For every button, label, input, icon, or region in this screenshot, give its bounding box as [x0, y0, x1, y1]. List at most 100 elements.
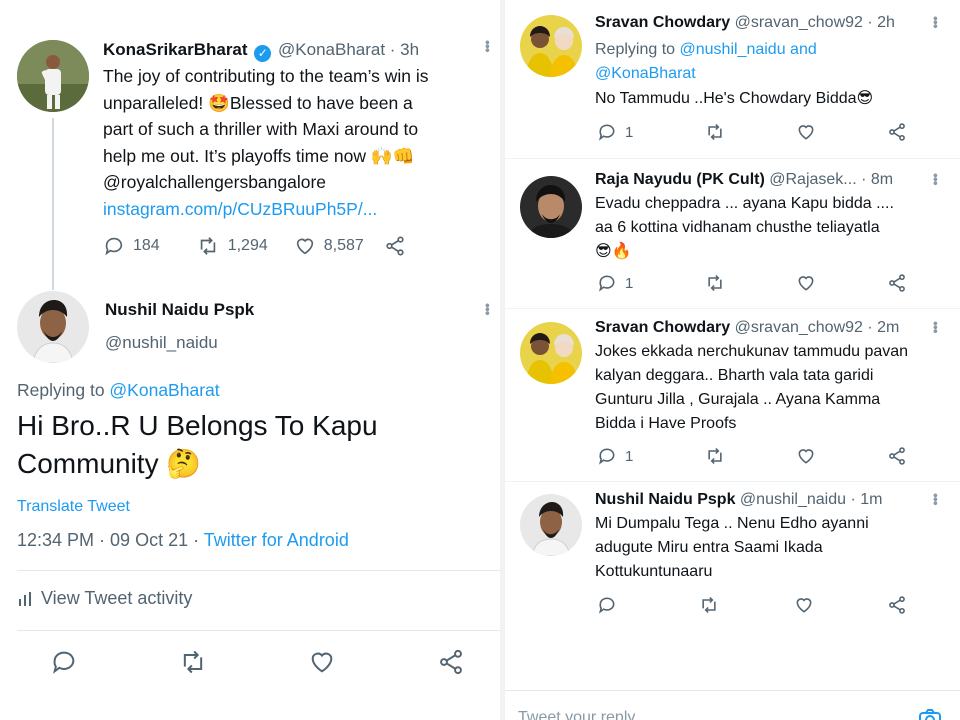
reply-header: Sravan Chowdary @sravan_chow92 · 2h [595, 14, 895, 32]
replying-to-link[interactable]: @KonaBharat [595, 62, 817, 86]
reply-text-line: Kottukuntunaaru [595, 563, 713, 580]
heart-icon [296, 238, 313, 255]
translate-tweet-link[interactable]: Translate Tweet [17, 498, 130, 516]
share-icon[interactable] [437, 648, 465, 676]
author-handle[interactable]: @KonaBharat · 3h [278, 40, 419, 59]
reply-button[interactable]: 184 [103, 235, 160, 257]
more-options-icon[interactable]: ••• [480, 303, 496, 315]
reply-text-line: Evadu cheppadra ... ayana Kapu bidda ...… [595, 195, 894, 212]
source-link[interactable]: Twitter for Android [204, 530, 349, 550]
retweet-button[interactable]: 1,294 [196, 235, 268, 257]
verified-badge-icon: ✓ [254, 45, 272, 62]
reply-button[interactable] [597, 595, 625, 615]
reply-text-line: Mi Dumpalu Tega .. Nenu Edho ayanni [595, 515, 869, 532]
heart-icon[interactable] [308, 648, 336, 676]
reply-header: Raja Nayudu (PK Cult) @Rajasek... · 8m [595, 171, 893, 189]
avatar-raja[interactable] [520, 176, 582, 238]
reply-text-line: Hi Bro..R U Belongs To Kapu [17, 410, 378, 441]
reply-author-handle[interactable]: @sravan_chow92 · 2h [735, 14, 895, 31]
tweet-actions: 184 1,294 8,587 [103, 235, 406, 257]
replying-to-label: Replying to [595, 41, 680, 58]
more-options-icon[interactable]: ••• [480, 40, 496, 52]
more-options-icon[interactable]: ••• [928, 173, 944, 185]
reply-button[interactable]: 1 [597, 122, 633, 142]
heart-icon[interactable] [794, 595, 814, 615]
share-button[interactable] [384, 235, 406, 257]
compose-reply-input[interactable]: Tweet your reply [518, 709, 635, 720]
action-bar [50, 648, 465, 676]
reply-icon [599, 275, 615, 292]
reply-icon [599, 448, 615, 465]
divider [17, 570, 500, 571]
reply-author-handle-row: @nushil_naidu [105, 333, 218, 353]
replying-to: Replying to @KonaBharat [17, 380, 220, 401]
share-icon[interactable] [887, 446, 907, 466]
reply-count: 1 [625, 274, 634, 292]
like-button[interactable]: 8,587 [294, 235, 364, 257]
reply-actions: 1 [597, 446, 907, 466]
avatar-konabharat[interactable] [17, 40, 89, 112]
replying-to-link[interactable]: @KonaBharat [109, 380, 219, 400]
analytics-icon [19, 591, 31, 606]
reply-count: 1 [625, 123, 634, 141]
retweet-icon [200, 237, 215, 255]
reply-text-line: aa 6 kottina vidhanam chusthe teliayatla [595, 219, 880, 236]
tweet-timestamp: 12:34 PM · 09 Oct 21 · Twitter for Andro… [17, 530, 349, 551]
more-options-icon[interactable]: ••• [928, 16, 944, 28]
reply-button[interactable]: 1 [597, 273, 633, 293]
reply-icon[interactable] [50, 648, 78, 676]
reply-author-handle[interactable]: @nushil_naidu · 1m [740, 491, 883, 508]
retweet-icon[interactable] [704, 122, 726, 142]
reply-author-handle[interactable]: @nushil_naidu [105, 333, 218, 352]
more-options-icon[interactable]: ••• [928, 321, 944, 333]
reply-text: Jokes ekkada nerchukunav tammudu pavan k… [595, 340, 925, 436]
avatar-nushil[interactable] [520, 494, 582, 556]
tweet-text: The joy of contributing to the team’s wi… [103, 63, 488, 222]
reply-text: No Tammudu ..He's Chowdary Bidda😎 [595, 87, 925, 111]
view-tweet-activity[interactable]: View Tweet activity [17, 588, 192, 609]
heart-icon[interactable] [796, 273, 816, 293]
divider [505, 690, 960, 691]
reply-author-name[interactable]: Sravan Chowdary [595, 319, 730, 336]
heart-icon[interactable] [796, 122, 816, 142]
reply-author-handle[interactable]: @Rajasek... · 8m [769, 171, 893, 188]
heart-icon[interactable] [796, 446, 816, 466]
share-icon [386, 236, 404, 256]
reply-author-name-row: Nushil Naidu Pspk [105, 300, 254, 320]
reply-author-name[interactable]: Nushil Naidu Pspk [595, 491, 735, 508]
reply-author-name[interactable]: Raja Nayudu (PK Cult) [595, 171, 765, 188]
tweet-text-line: help me out. It’s playoffs time now 🙌👊 [103, 145, 415, 166]
reply-author-name[interactable]: Sravan Chowdary [595, 14, 730, 31]
retweet-icon[interactable] [704, 273, 726, 293]
retweet-icon[interactable] [704, 446, 726, 466]
timestamp-text[interactable]: 12:34 PM · 09 Oct 21 · [17, 530, 204, 550]
reply-header: Nushil Naidu Pspk @nushil_naidu · 1m [595, 491, 882, 509]
avatar-nushil[interactable] [17, 291, 89, 363]
reply-count: 1 [625, 447, 634, 465]
avatar-sravan[interactable] [520, 15, 582, 77]
reply-text: Evadu cheppadra ... ayana Kapu bidda ...… [595, 192, 925, 264]
mention-link[interactable]: @royalchallengersbangalore [103, 169, 488, 196]
reply-author-name[interactable]: Nushil Naidu Pspk [105, 300, 254, 319]
author-name[interactable]: KonaSrikarBharat [103, 40, 248, 59]
share-icon[interactable] [887, 595, 907, 615]
reply-button[interactable]: 1 [597, 446, 633, 466]
avatar-sravan[interactable] [520, 322, 582, 384]
camera-icon[interactable] [918, 708, 942, 720]
reply-author-handle[interactable]: @sravan_chow92 · 2m [735, 319, 900, 336]
retweet-icon[interactable] [179, 648, 207, 676]
replying-to: Replying to @nushil_naidu and @KonaBhara… [595, 38, 817, 86]
share-icon[interactable] [887, 273, 907, 293]
thread-line [52, 118, 54, 290]
share-icon[interactable] [887, 122, 907, 142]
reply-header: Sravan Chowdary @sravan_chow92 · 2m [595, 319, 899, 337]
instagram-link[interactable]: instagram.com/p/CUzBRuuPh5P/... [103, 196, 488, 223]
reply-text-line: No Tammudu ..He's Chowdary Bidda😎 [595, 90, 874, 107]
reply-actions [597, 595, 907, 615]
reply-icon [105, 237, 123, 256]
more-options-icon[interactable]: ••• [928, 493, 944, 505]
reply-text-line: Community 🤔 [17, 448, 202, 479]
replying-to-link[interactable]: @nushil_naidu and [680, 41, 817, 58]
retweet-count: 1,294 [227, 237, 268, 254]
retweet-icon[interactable] [698, 595, 720, 615]
